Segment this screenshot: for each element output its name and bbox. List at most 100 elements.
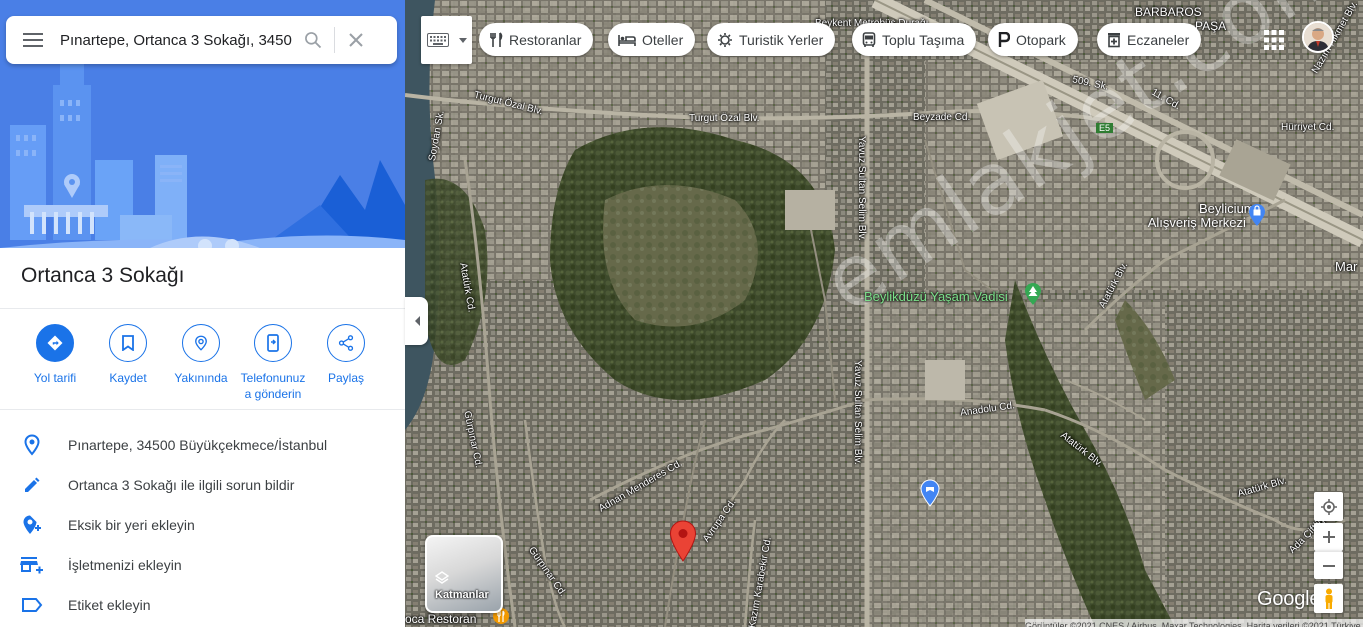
search-box — [6, 16, 397, 64]
add-business-icon — [20, 557, 43, 574]
place-label: oca Restoran — [405, 612, 477, 626]
share-button[interactable]: Paylaş — [305, 324, 387, 386]
hamburger-menu-icon — [23, 33, 43, 47]
nearby-button[interactable]: Yakınında — [160, 324, 242, 386]
satellite-map[interactable]: emlakjet.com Beykent Metrobüs Durağı BAR… — [405, 0, 1363, 627]
bookmark-icon — [122, 335, 134, 351]
user-photo — [1304, 23, 1332, 51]
send-to-phone-label-line1: Telefonunuz — [240, 371, 306, 385]
chevron-left-icon — [414, 316, 420, 326]
directions-label: Yol tarifi — [33, 371, 77, 385]
pharmacy-icon — [1107, 32, 1121, 48]
report-problem-text: Ortanca 3 Sokağı ile ilgili sorun bildir — [68, 477, 295, 493]
chip-restaurants-label: Restoranlar — [509, 31, 582, 48]
parking-icon — [998, 31, 1010, 48]
poi-beylicium-line1: Beylicium — [1199, 201, 1255, 216]
chip-pharmacies-label: Eczaneler — [1127, 31, 1190, 48]
street-label: Hürriyet Cd. — [1281, 122, 1335, 133]
chip-hotels[interactable]: Oteller — [608, 23, 696, 56]
district-label: BARBAROS — [1135, 5, 1202, 19]
nearby-circle — [182, 324, 220, 362]
share-circle — [327, 324, 365, 362]
plus-icon — [1322, 531, 1335, 543]
report-problem-row[interactable]: Ortanca 3 Sokağı ile ilgili sorun bildir — [0, 465, 405, 505]
nearby-label: Yakınında — [174, 371, 228, 385]
chip-transit[interactable]: Toplu Taşıma — [852, 23, 977, 56]
apps-grid-icon — [1264, 30, 1284, 50]
pegman-icon — [1325, 588, 1332, 609]
street-label: Turgut Özal Blv. — [689, 113, 760, 124]
blue-place-marker-icon[interactable] — [920, 479, 940, 507]
layers-button[interactable]: Katmanlar — [425, 535, 503, 613]
send-to-phone-icon — [267, 334, 279, 352]
divider — [0, 308, 405, 309]
search-input[interactable] — [60, 31, 292, 49]
poi-park-label[interactable]: Beylikdüzü Yaşam Vadisi — [864, 290, 1008, 304]
share-label: Paylaş — [327, 371, 365, 385]
add-business-text: İşletmenizi ekleyin — [68, 557, 182, 573]
directions-icon — [47, 335, 63, 351]
input-tools-button[interactable] — [421, 16, 472, 64]
place-title: Ortanca 3 Sokağı — [21, 264, 185, 287]
label-icon — [22, 598, 43, 612]
side-panel: Ortanca 3 Sokağı Yol tarifi Kaydet — [0, 0, 405, 627]
street-view-pegman[interactable] — [1314, 584, 1343, 613]
collapse-panel-button[interactable] — [405, 297, 428, 345]
send-to-phone-label-line2: a gönderin — [244, 387, 302, 401]
layers-label: Katmanlar — [435, 589, 489, 601]
park-poi-icon[interactable] — [1024, 282, 1042, 306]
add-business-row[interactable]: İşletmenizi ekleyin — [0, 545, 405, 585]
directions-button[interactable]: Yol tarifi — [14, 324, 96, 386]
zoom-in-button[interactable] — [1314, 523, 1343, 551]
chip-pharmacies[interactable]: Eczaneler — [1097, 23, 1202, 56]
send-to-phone-button[interactable]: Telefonunuz a gönderin — [232, 324, 314, 402]
pencil-icon — [25, 477, 40, 492]
map-attribution[interactable]: Görüntüler ©2021 CNES / Airbus, Maxar Te… — [1025, 619, 1363, 627]
chip-attractions-label: Turistik Yerler — [739, 31, 824, 48]
add-label-row[interactable]: Etiket ekleyin — [0, 585, 405, 625]
add-place-icon — [23, 515, 41, 534]
street-label: Yavuz Sultan Selim Blv. — [856, 136, 867, 241]
selected-location-marker-icon[interactable] — [669, 520, 697, 562]
close-icon — [349, 33, 363, 47]
action-buttons: Yol tarifi Kaydet Yakınında Telefonunuz … — [0, 324, 405, 404]
highway-shield: E5 — [1096, 123, 1114, 133]
add-label-text: Etiket ekleyin — [68, 597, 151, 613]
google-apps-button[interactable] — [1262, 28, 1286, 52]
attraction-icon — [717, 32, 733, 48]
my-location-button[interactable] — [1314, 492, 1343, 521]
address-text: Pınartepe, 34500 Büyükçekmece/İstanbul — [68, 437, 328, 453]
account-avatar[interactable] — [1302, 21, 1334, 53]
chip-restaurants[interactable]: Restoranlar — [479, 23, 594, 56]
shopping-poi-icon[interactable] — [1248, 203, 1266, 227]
clear-search-button[interactable] — [335, 16, 377, 64]
directions-circle — [36, 324, 74, 362]
hotel-icon — [618, 33, 636, 47]
share-icon — [338, 335, 354, 351]
poi-beylicium-line2: Alışveriş Merkezi — [1147, 215, 1246, 230]
restaurant-icon — [489, 31, 503, 48]
poi-beylicium-label[interactable]: Beylicium Alışveriş Merkezi — [1148, 201, 1255, 230]
chip-parking-label: Otopark — [1016, 31, 1066, 48]
send-to-phone-label: Telefonunuz a gönderin — [232, 370, 314, 402]
minus-icon — [1322, 564, 1335, 567]
google-logo: Google — [1257, 588, 1321, 610]
save-label: Kaydet — [109, 371, 147, 385]
transit-icon — [862, 31, 876, 48]
street-label: Yavuz Sultan Selim Blv. — [852, 360, 863, 465]
save-button[interactable]: Kaydet — [87, 324, 169, 386]
chip-transit-label: Toplu Taşıma — [882, 31, 965, 48]
search-button[interactable] — [292, 16, 334, 64]
district-label: PAŞA — [1195, 19, 1227, 33]
street-label: Beyzade Cd. — [913, 112, 971, 123]
address-row[interactable]: Pınartepe, 34500 Büyükçekmece/İstanbul — [0, 425, 405, 465]
add-missing-place-row[interactable]: Eksik bir yeri ekleyin — [0, 505, 405, 545]
menu-button[interactable] — [6, 16, 60, 64]
dropdown-arrow-icon — [459, 37, 467, 43]
keyboard-icon — [427, 33, 449, 47]
chip-parking[interactable]: Otopark — [988, 23, 1078, 56]
chip-hotels-label: Oteller — [642, 31, 684, 48]
chip-attractions[interactable]: Turistik Yerler — [707, 23, 836, 56]
zoom-out-button[interactable] — [1314, 551, 1343, 579]
send-to-phone-circle — [254, 324, 292, 362]
